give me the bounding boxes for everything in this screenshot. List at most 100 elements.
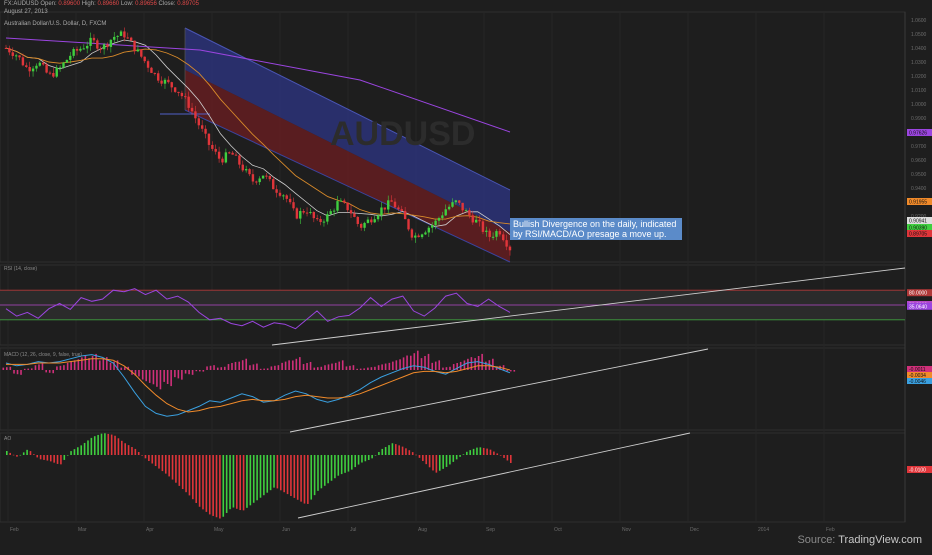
ao-bar bbox=[455, 455, 458, 460]
ao-bar bbox=[158, 455, 160, 469]
ao-bar bbox=[198, 455, 201, 507]
ao-bar bbox=[104, 433, 106, 455]
x-tick-label: Aug bbox=[418, 527, 427, 533]
candle-body bbox=[508, 246, 512, 251]
candle-body bbox=[92, 37, 96, 41]
ao-bar bbox=[202, 455, 204, 510]
candle-body bbox=[312, 212, 316, 219]
candle-body bbox=[89, 37, 92, 46]
ao-bar bbox=[239, 455, 241, 511]
price-label: 0.89705 bbox=[909, 232, 927, 238]
candle-body bbox=[278, 192, 282, 196]
candle-body bbox=[231, 152, 234, 155]
macd-histogram-bar bbox=[206, 366, 208, 370]
macd-histogram-bar bbox=[502, 365, 505, 370]
candle-body bbox=[505, 240, 508, 247]
ao-bar bbox=[479, 447, 482, 455]
ao-price-label: -0.0100 bbox=[909, 468, 926, 474]
y-tick-label: 1.0600 bbox=[911, 18, 927, 24]
candle-body bbox=[190, 107, 194, 112]
candle-body bbox=[339, 200, 343, 202]
candle-body bbox=[126, 37, 129, 39]
candle-body bbox=[437, 218, 441, 221]
ao-bar bbox=[401, 446, 404, 455]
macd-histogram-bar bbox=[209, 365, 212, 370]
ao-bar bbox=[39, 455, 42, 460]
macd-histogram-bar bbox=[123, 367, 126, 370]
macd-histogram-bar bbox=[195, 370, 198, 372]
ao-bar bbox=[300, 455, 302, 502]
candle-body bbox=[373, 219, 376, 223]
ao-bar bbox=[124, 443, 126, 455]
macd-histogram-bar bbox=[13, 370, 15, 374]
ao-bar bbox=[36, 455, 39, 458]
candle-body bbox=[123, 31, 126, 38]
macd-histogram-bar bbox=[277, 365, 280, 370]
macd-histogram-bar bbox=[191, 370, 194, 375]
ao-bar bbox=[168, 455, 170, 477]
rsi-price-label: 35.0640 bbox=[909, 304, 927, 310]
macd-histogram-bar bbox=[16, 370, 19, 375]
ao-bar bbox=[73, 449, 76, 455]
ao-bar bbox=[263, 455, 265, 496]
ao-bar bbox=[6, 451, 8, 455]
macd-histogram-bar bbox=[9, 366, 12, 370]
ao-bar bbox=[279, 455, 282, 491]
candle-body bbox=[221, 158, 224, 163]
candle-body bbox=[292, 202, 295, 209]
macd-histogram-bar bbox=[48, 370, 51, 373]
macd-histogram-bar bbox=[349, 365, 351, 370]
ao-bar bbox=[185, 455, 187, 493]
macd-histogram-bar bbox=[331, 363, 333, 370]
y-tick-label: 0.9400 bbox=[911, 186, 927, 192]
close-label: Close: bbox=[158, 1, 176, 7]
ao-bar bbox=[405, 448, 407, 455]
x-tick-label: Mar bbox=[78, 527, 87, 533]
macd-histogram-bar bbox=[148, 370, 151, 383]
ao-bar bbox=[310, 455, 313, 500]
ao-bar bbox=[381, 448, 384, 455]
candle-body bbox=[353, 213, 356, 217]
candle-body bbox=[390, 200, 393, 202]
candle-body bbox=[397, 207, 400, 210]
candle-body bbox=[414, 235, 417, 238]
ao-bar bbox=[269, 455, 272, 491]
macd-histogram-bar bbox=[34, 365, 37, 370]
macd-histogram-bar bbox=[73, 360, 76, 370]
macd-histogram-bar bbox=[202, 370, 205, 372]
candle-body bbox=[474, 219, 478, 223]
candle-body bbox=[214, 148, 217, 152]
candle-body bbox=[275, 189, 278, 193]
candle-body bbox=[204, 128, 207, 134]
ao-bar bbox=[178, 455, 181, 486]
macd-histogram-bar bbox=[449, 366, 451, 370]
macd-histogram-bar bbox=[302, 364, 305, 370]
candle-body bbox=[498, 231, 502, 235]
ao-bar bbox=[317, 455, 319, 491]
ao-bar bbox=[394, 444, 397, 455]
candle-body bbox=[31, 68, 35, 72]
candle-body bbox=[58, 67, 62, 69]
macd-histogram-bar bbox=[452, 364, 455, 370]
macd-histogram-bar bbox=[427, 353, 430, 370]
ao-bar bbox=[452, 455, 455, 462]
ao-bar bbox=[323, 455, 326, 486]
macd-histogram-bar bbox=[388, 362, 391, 370]
candle-body bbox=[471, 215, 474, 223]
ao-bar bbox=[16, 455, 18, 457]
candle-body bbox=[136, 49, 140, 52]
ao-bar bbox=[286, 455, 289, 495]
macd-histogram-bar bbox=[510, 370, 512, 372]
candle-body bbox=[85, 45, 89, 49]
ao-bar bbox=[134, 448, 137, 455]
x-tick-label: May bbox=[214, 527, 224, 533]
candle-body bbox=[79, 48, 82, 51]
macd-histogram-bar bbox=[359, 368, 362, 370]
ao-bar bbox=[459, 455, 461, 457]
macd-histogram-bar bbox=[434, 361, 437, 370]
candle-body bbox=[295, 208, 299, 219]
candle-body bbox=[359, 223, 363, 228]
candle-body bbox=[319, 218, 322, 223]
ao-bar bbox=[340, 455, 343, 475]
ao-bar bbox=[445, 455, 448, 467]
